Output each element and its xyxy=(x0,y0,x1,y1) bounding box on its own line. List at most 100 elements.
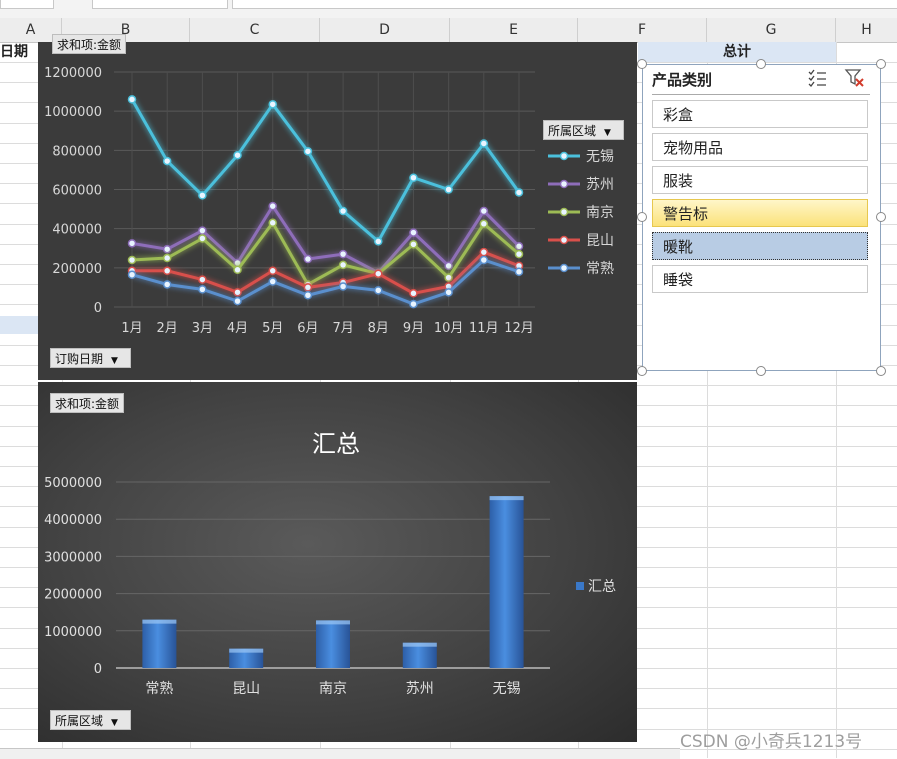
data-point xyxy=(514,188,524,197)
y-tick-label: 800000 xyxy=(52,144,102,159)
data-point xyxy=(409,299,418,309)
data-point xyxy=(233,265,242,275)
data-point xyxy=(479,247,489,257)
y-tick-label: 200000 xyxy=(52,262,102,277)
x-tick-label: 昆山 xyxy=(232,681,260,697)
name-box[interactable] xyxy=(0,0,54,9)
data-point xyxy=(233,288,242,297)
x-tick-label: 12月 xyxy=(504,321,534,336)
bar-highlight xyxy=(142,619,177,624)
data-point xyxy=(479,206,489,216)
legend-swatch xyxy=(576,582,584,590)
sheet-tab-bar[interactable] xyxy=(0,748,680,759)
data-point xyxy=(444,185,453,194)
data-point xyxy=(198,275,207,284)
column-header-g[interactable]: G xyxy=(707,18,836,42)
x-tick-label: 6月 xyxy=(297,321,318,336)
x-tick-label: 苏州 xyxy=(406,681,434,697)
slicer-item[interactable]: 睡袋 xyxy=(652,265,868,293)
data-point xyxy=(303,147,313,156)
bar-chart-panel[interactable]: 汇总 0 1000000 2000000 3000000 4000000 5000000 … xyxy=(38,382,637,742)
clear-filter-icon[interactable] xyxy=(844,68,866,88)
x-tick-label: 8月 xyxy=(368,321,389,336)
resize-handle[interactable] xyxy=(637,59,647,69)
column-header-c[interactable]: C xyxy=(190,18,320,42)
axis-field-label: 订购日期 xyxy=(55,352,104,366)
data-point xyxy=(409,228,418,237)
bar-highlight xyxy=(489,496,524,501)
y-tick-label: 0 xyxy=(94,301,102,316)
slicer-item[interactable]: 宠物用品 xyxy=(652,133,868,161)
chart-title: 汇总 xyxy=(312,430,360,458)
slicer-title: 产品类别 xyxy=(652,71,713,89)
y-tick-label: 1200000 xyxy=(44,66,102,81)
x-tick-label: 1月 xyxy=(121,321,142,336)
x-tick-label: 常熟 xyxy=(145,681,173,697)
data-point xyxy=(303,291,313,300)
bar xyxy=(489,496,524,668)
data-point xyxy=(233,296,242,306)
slicer-item[interactable]: 服装 xyxy=(652,166,868,194)
data-point xyxy=(198,285,207,294)
data-point xyxy=(303,254,313,264)
y-tick-label: 1000000 xyxy=(44,625,102,640)
y-tick-label: 5000000 xyxy=(44,476,102,491)
watermark: CSDN @小奇兵1213号 xyxy=(680,732,863,752)
data-point xyxy=(127,270,137,279)
data-point xyxy=(268,201,277,211)
series-line xyxy=(130,98,521,244)
data-point xyxy=(444,273,453,282)
legend-marker xyxy=(559,263,569,273)
resize-handle[interactable] xyxy=(756,59,766,69)
column-header-f[interactable]: F xyxy=(578,18,707,42)
y-tick-label: 3000000 xyxy=(44,550,102,565)
data-point xyxy=(409,173,418,182)
axis-field-button[interactable]: 所属区域 ▼ xyxy=(50,710,131,730)
legend-marker xyxy=(559,207,569,217)
resize-handle[interactable] xyxy=(637,212,647,222)
value-field-button[interactable]: 求和项:金额 xyxy=(52,34,127,54)
selected-row-highlight xyxy=(0,316,38,334)
column-header-d[interactable]: D xyxy=(320,18,450,42)
cell-total-header[interactable]: 总计 xyxy=(638,42,836,62)
x-tick-label: 3月 xyxy=(192,321,213,336)
formula-input[interactable] xyxy=(232,0,897,9)
line-chart-panel[interactable]: 0 200000 400000 600000 800000 1000000 1200000 … xyxy=(38,34,637,380)
value-field-button[interactable]: 求和项:金额 xyxy=(50,393,125,413)
axis-field-button[interactable]: 订购日期 ▼ xyxy=(50,348,131,368)
slicer-item-selected[interactable]: 暖靴 xyxy=(652,232,868,260)
y-tick-label: 1000000 xyxy=(44,105,102,120)
cell-a-date[interactable]: 日期 xyxy=(0,42,38,62)
column-header-h[interactable]: H xyxy=(836,18,897,42)
x-tick-label: 2月 xyxy=(157,321,178,336)
product-category-slicer[interactable]: 产品类别 彩盒 宠物用品 服装 警告标 暖靴 睡袋 xyxy=(642,64,881,371)
resize-handle[interactable] xyxy=(876,59,886,69)
data-point xyxy=(374,286,383,295)
data-point xyxy=(162,280,172,289)
dropdown-arrow-icon: ▼ xyxy=(604,128,611,138)
resize-handle[interactable] xyxy=(876,366,886,376)
multi-select-icon[interactable] xyxy=(807,69,827,87)
formula-buttons[interactable] xyxy=(92,0,228,9)
data-point xyxy=(233,150,242,160)
legend-label: 苏州 xyxy=(586,177,614,193)
data-point xyxy=(338,249,348,259)
legend-field-button[interactable]: 所属区域 ▼ xyxy=(543,120,624,140)
data-point xyxy=(409,289,418,298)
y-tick-label: 2000000 xyxy=(44,588,102,603)
slicer-item-hover[interactable]: 警告标 xyxy=(652,199,868,227)
x-tick-label: 7月 xyxy=(332,321,353,336)
data-point xyxy=(514,267,524,276)
data-point xyxy=(338,260,348,270)
data-point xyxy=(162,266,172,276)
series-line xyxy=(131,203,521,275)
slicer-item[interactable]: 彩盒 xyxy=(652,100,868,128)
x-tick-label: 9月 xyxy=(403,321,424,336)
x-tick-label: 10月 xyxy=(434,321,464,336)
resize-handle[interactable] xyxy=(876,212,886,222)
resize-handle[interactable] xyxy=(637,366,647,376)
data-point xyxy=(444,288,453,297)
data-point xyxy=(162,253,172,263)
resize-handle[interactable] xyxy=(756,366,766,376)
column-header-e[interactable]: E xyxy=(450,18,578,42)
